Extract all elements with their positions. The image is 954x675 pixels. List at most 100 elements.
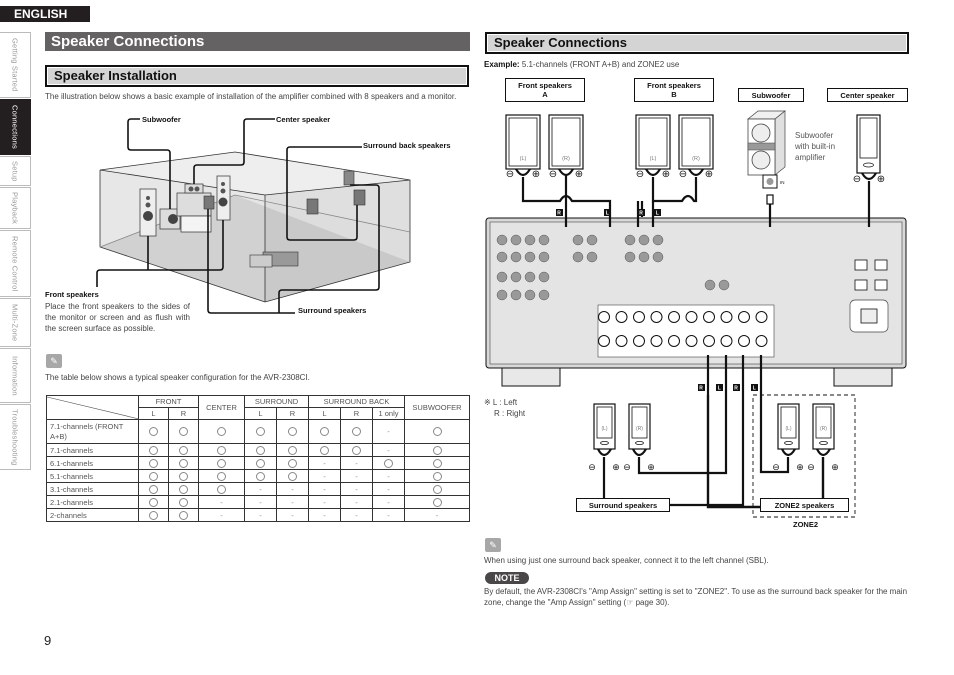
legend-left: ※ L : Left <box>484 398 518 407</box>
cell-supported <box>168 443 199 457</box>
speaker-terminal <box>738 335 750 347</box>
cell-not-used: - <box>244 482 277 496</box>
front-speaker-right-figure <box>216 175 231 221</box>
cell-not-used: - <box>372 469 405 483</box>
cell-supported <box>308 419 341 444</box>
side-tab-troubleshooting[interactable]: Troubleshooting <box>0 404 31 470</box>
speaker-terminal <box>738 311 750 323</box>
circle-icon <box>217 471 226 481</box>
cell-supported <box>168 482 199 496</box>
label-zone2: ZONE2 <box>790 520 822 529</box>
cell-not-used: - <box>244 508 277 522</box>
tag-r: R <box>639 211 643 217</box>
speaker-terminal <box>615 335 628 347</box>
rca-jack <box>652 251 664 263</box>
circle-icon <box>217 445 226 455</box>
front-a-left-channel-label: (L) <box>520 156 527 162</box>
circle-icon <box>288 471 297 481</box>
dash-mark: - <box>291 484 294 494</box>
table-row: 6.1-channels - - <box>46 456 470 470</box>
subwoofer-builtin-amp-note: Subwoofer with built-in amplifier <box>795 131 836 162</box>
cell-not-used: - <box>276 495 309 509</box>
tag-l: L <box>753 386 756 392</box>
rca-jack <box>524 234 536 246</box>
front-speaker-left-figure <box>139 188 157 237</box>
cell-not-used: - <box>404 508 470 522</box>
surround-left-channel-label: (L) <box>601 426 607 432</box>
subwoofer-in-label: IN <box>780 180 785 185</box>
label-center-speaker: Center speaker <box>276 115 331 124</box>
row-label: 2.1-channels <box>46 495 139 509</box>
rca-jack <box>510 271 522 283</box>
rca-jack <box>718 279 730 291</box>
rca-jack <box>624 234 636 246</box>
rca-jack <box>572 234 584 246</box>
cell-supported <box>168 419 199 444</box>
dash-mark: - <box>387 471 390 481</box>
cell-supported <box>244 469 277 483</box>
pencil-icon: ✎ <box>485 538 501 552</box>
dash-mark: - <box>387 484 390 494</box>
side-tab-multi-zone[interactable]: Multi-Zone <box>0 298 31 347</box>
cell-supported <box>138 482 169 496</box>
circle-icon <box>288 445 297 455</box>
surround-back-speaker-figure <box>343 170 355 186</box>
cell-not-used: - <box>198 495 245 509</box>
circle-icon <box>149 445 158 455</box>
cell-supported <box>276 419 309 444</box>
side-tab-getting-started[interactable]: Getting Started <box>0 32 31 98</box>
label-box-front-speakers-b: Front speakers B <box>634 78 714 102</box>
cell-not-used: - <box>372 495 405 509</box>
rca-jack <box>524 271 536 283</box>
label-surround-speakers: Surround speakers <box>298 306 367 315</box>
cell-not-used: - <box>198 508 245 522</box>
cell-not-used: - <box>340 469 373 483</box>
rca-jack <box>652 234 664 246</box>
example-line: Example: 5.1-channels (FRONT A+B) and ZO… <box>484 59 679 70</box>
label-box-surround-speakers: Surround speakers <box>576 498 670 512</box>
cell-not-used: - <box>340 456 373 470</box>
circle-icon <box>432 484 442 494</box>
speaker-terminal <box>703 311 715 323</box>
row-label: 7.1-channels (FRONT A+B) <box>46 419 139 444</box>
dash-mark: - <box>387 445 390 455</box>
cell-not-used: - <box>276 508 309 522</box>
circle-icon <box>149 497 158 507</box>
side-tab-playback[interactable]: Playback <box>0 187 31 229</box>
label-front-speakers: Front speakers <box>45 290 99 299</box>
dash-mark: - <box>355 484 358 494</box>
tag-r: R <box>557 211 561 217</box>
minus-icon: ⊖ <box>623 462 631 472</box>
cell-not-used: - <box>276 482 309 496</box>
speaker-terminal <box>668 335 680 347</box>
circle-icon <box>179 471 188 481</box>
side-tab-setup[interactable]: Setup <box>0 156 31 186</box>
cell-supported <box>244 456 277 470</box>
page-title: Speaker Connections <box>45 32 470 51</box>
rca-jack <box>538 251 550 263</box>
minus-icon: ⊖ <box>853 174 861 185</box>
subheader-sb-l: L <box>308 407 341 420</box>
speaker-terminal <box>650 335 663 347</box>
speaker-terminal <box>668 311 680 323</box>
header-surround-back: SURROUND BACK <box>308 395 405 408</box>
dash-mark: - <box>355 510 358 520</box>
plus-icon: ⊕ <box>831 462 839 472</box>
dash-mark: - <box>355 497 358 507</box>
rca-jack <box>572 251 584 263</box>
circle-icon <box>320 445 329 455</box>
cell-supported <box>404 419 470 444</box>
circle-icon <box>149 458 158 468</box>
label-box-front-speakers-a: Front speakers A <box>505 78 585 102</box>
circle-icon <box>288 458 297 468</box>
subheader-front-l: L <box>138 407 169 420</box>
minus-icon: ⊖ <box>807 462 815 472</box>
side-tab-connections[interactable]: Connections <box>0 99 31 155</box>
circle-icon <box>256 458 265 468</box>
cell-supported <box>276 469 309 483</box>
circle-icon <box>179 427 188 437</box>
side-tab-remote-control[interactable]: Remote Control <box>0 230 31 297</box>
header-surround: SURROUND <box>244 395 309 408</box>
side-tab-information[interactable]: Information <box>0 348 31 403</box>
circle-icon <box>217 484 226 494</box>
